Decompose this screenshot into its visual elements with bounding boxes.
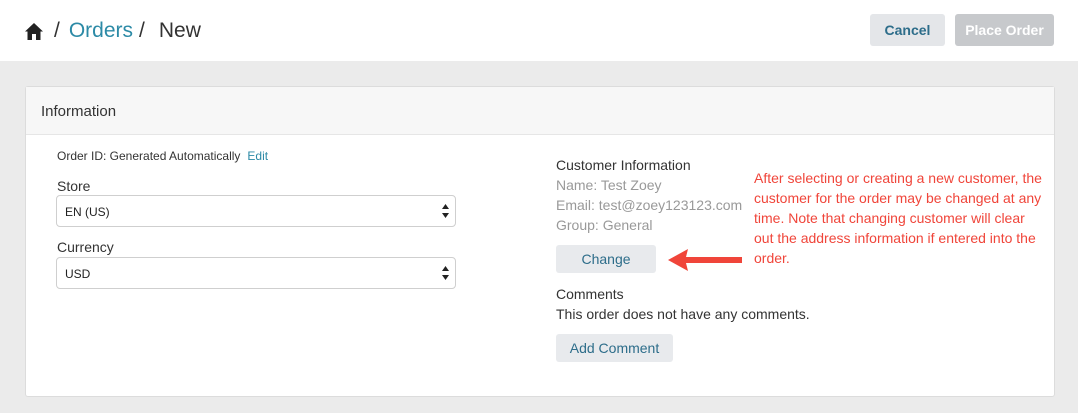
cancel-button[interactable]: Cancel (870, 14, 945, 46)
home-icon[interactable] (25, 22, 43, 40)
order-id: Order ID: Generated Automatically Edit (57, 149, 268, 163)
currency-label: Currency (57, 239, 114, 255)
breadcrumb: / Orders / New (25, 19, 201, 43)
comments-text: This order does not have any comments. (556, 306, 810, 322)
select-arrows-icon (442, 204, 449, 218)
top-bar: / Orders / New Cancel Place Order (0, 0, 1078, 61)
currency-select[interactable]: USD (56, 257, 456, 289)
customer-group: Group: General (556, 217, 653, 233)
currency-select-value: USD (65, 267, 91, 281)
edit-order-id-link[interactable]: Edit (247, 149, 268, 163)
panel-title: Information (26, 87, 1054, 135)
store-select[interactable]: EN (US) (56, 195, 456, 227)
change-customer-button[interactable]: Change (556, 245, 656, 273)
breadcrumb-separator: / (54, 19, 60, 42)
store-label: Store (57, 178, 91, 194)
place-order-button[interactable]: Place Order (955, 14, 1054, 46)
comments-title: Comments (556, 286, 624, 302)
arrow-left-icon (668, 249, 742, 271)
order-id-text: Order ID: Generated Automatically (57, 149, 241, 163)
breadcrumb-orders-link[interactable]: Orders (69, 19, 133, 43)
customer-info-title: Customer Information (556, 157, 691, 173)
store-select-value: EN (US) (65, 205, 110, 219)
customer-email: Email: test@zoey123123.com (556, 197, 743, 213)
select-arrows-icon (442, 266, 449, 280)
annotation-text: After selecting or creating a new custom… (754, 170, 1042, 266)
customer-name: Name: Test Zoey (556, 177, 662, 193)
breadcrumb-separator: / (139, 19, 145, 42)
breadcrumb-current: New (158, 19, 201, 42)
add-comment-button[interactable]: Add Comment (556, 334, 673, 362)
